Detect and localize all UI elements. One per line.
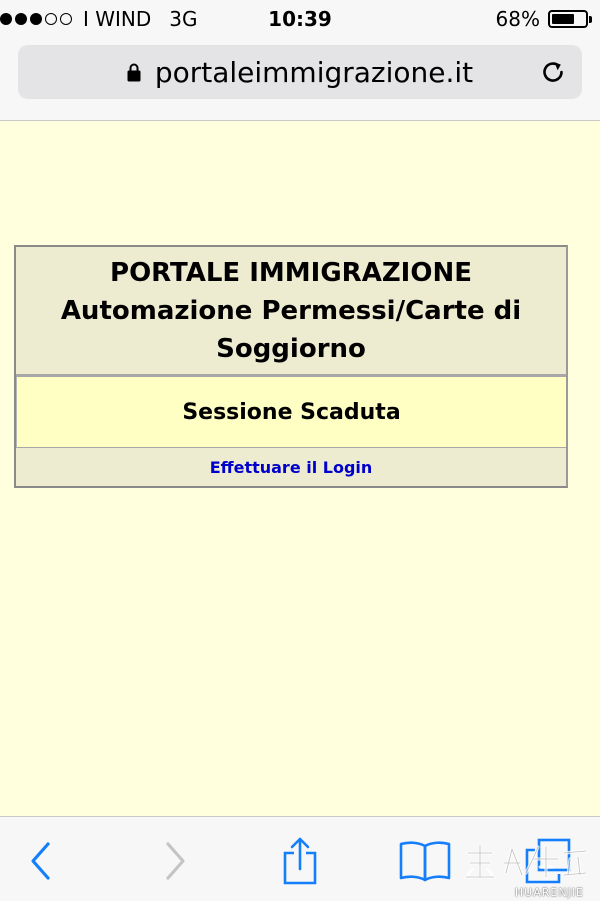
session-expired-text: Sessione Scaduta <box>182 399 401 425</box>
browser-toolbar: HUARENJIE <box>0 816 600 901</box>
login-row: Effettuare il Login <box>16 448 566 486</box>
chevron-right-icon <box>166 842 185 880</box>
back-button[interactable] <box>17 837 65 885</box>
bookmarks-book-icon <box>399 841 451 882</box>
status-bar: I WIND 3G 10:39 68% <box>0 0 600 38</box>
share-button[interactable] <box>276 837 324 885</box>
web-page-content: PORTALE IMMIGRAZIONE Automazione Permess… <box>0 121 600 816</box>
session-expired-message: Sessione Scaduta <box>16 377 566 448</box>
portal-title: PORTALE IMMIGRAZIONE <box>110 258 472 288</box>
share-icon <box>283 837 317 885</box>
url-text: portaleimmigrazione.it <box>154 55 474 89</box>
bookmarks-button[interactable] <box>399 837 451 885</box>
panel-header: PORTALE IMMIGRAZIONE Automazione Permess… <box>16 247 566 377</box>
lock-icon <box>127 63 141 82</box>
address-bar-area: portaleimmigrazione.it <box>0 38 600 121</box>
portal-subtitle-line-2: Soggiorno <box>216 334 366 364</box>
address-bar[interactable]: portaleimmigrazione.it <box>18 45 582 99</box>
reload-icon[interactable] <box>538 57 568 87</box>
watermark-text: HUARENJIE <box>514 886 584 899</box>
session-panel: PORTALE IMMIGRAZIONE Automazione Permess… <box>14 245 568 488</box>
battery-icon <box>548 10 592 28</box>
battery-fill <box>552 14 574 24</box>
battery-indicator: 68% <box>495 7 592 31</box>
address-bar-content: portaleimmigrazione.it <box>18 45 582 99</box>
login-link[interactable]: Effettuare il Login <box>210 458 373 477</box>
chevron-left-icon <box>31 842 50 880</box>
forward-button[interactable] <box>151 837 199 885</box>
portal-subtitle-line-1: Automazione Permessi/Carte di <box>60 296 522 326</box>
battery-percent: 68% <box>495 7 540 31</box>
